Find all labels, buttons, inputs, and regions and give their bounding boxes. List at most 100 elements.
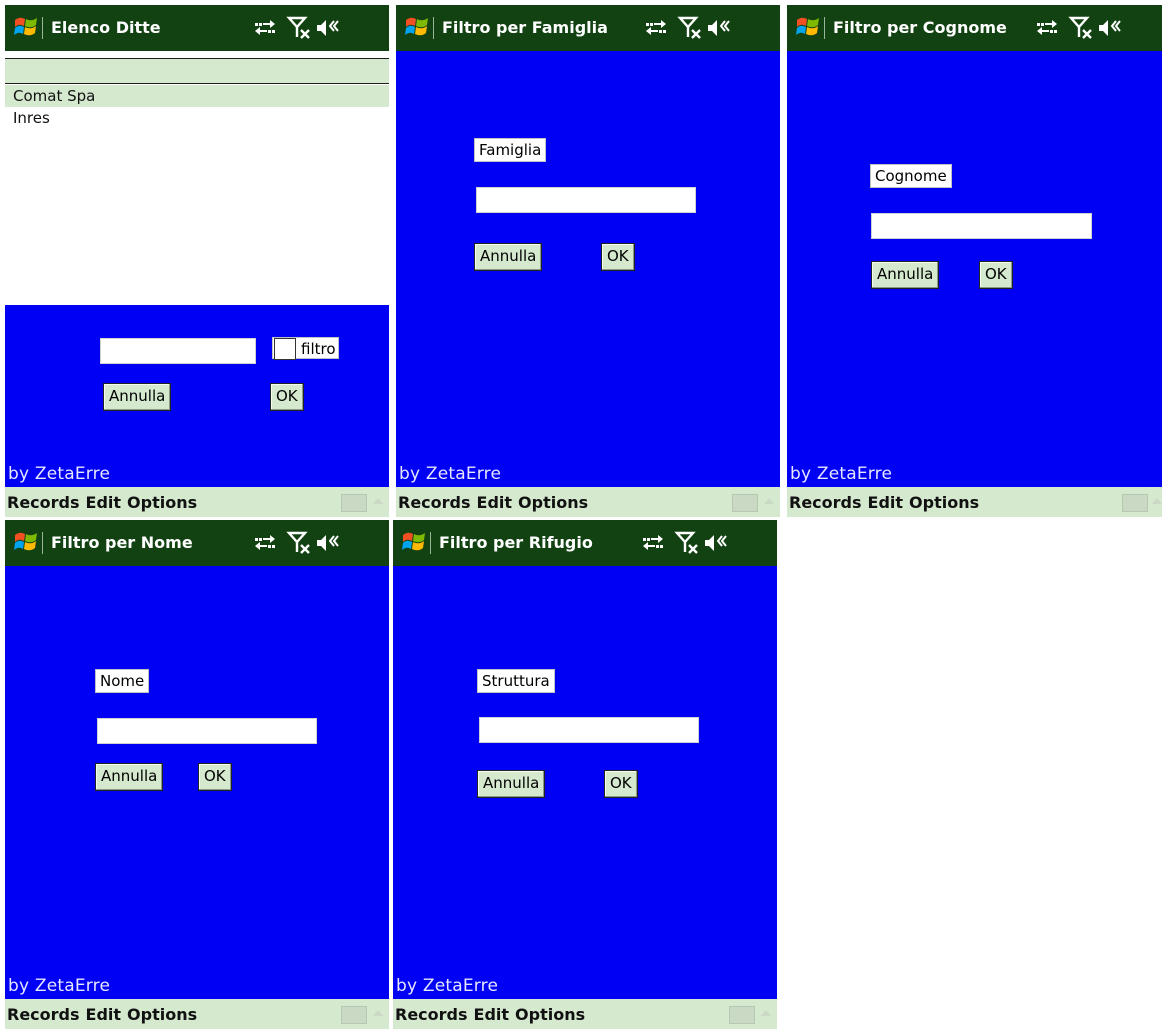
filter-input[interactable] (100, 338, 256, 364)
windows-start-icon[interactable] (404, 14, 430, 40)
menu-edit[interactable]: Edit (868, 493, 904, 512)
menu-edit[interactable]: Edit (477, 493, 513, 512)
famiglia-input[interactable] (476, 187, 696, 213)
filter-checkbox-label: filtro (301, 340, 336, 358)
form-panel: Nome Annulla OK by ZetaErre (5, 566, 389, 999)
screen-filtro-famiglia: Filtro per Famiglia Famiglia Annulla OK … (396, 5, 780, 521)
ok-button[interactable]: OK (270, 383, 304, 411)
form-panel: Famiglia Annulla OK by ZetaErre (396, 51, 780, 487)
no-signal-icon (674, 531, 698, 554)
menu-bar: Records Edit Options (5, 999, 389, 1029)
volume-icon (1099, 20, 1121, 36)
window-title: Filtro per Rifugio (439, 533, 593, 552)
chevron-up-icon[interactable] (373, 498, 383, 504)
cancel-button[interactable]: Annulla (103, 383, 172, 411)
cancel-button[interactable]: Annulla (95, 763, 164, 791)
keyboard-icon[interactable] (341, 494, 367, 512)
windows-start-icon[interactable] (13, 14, 39, 40)
cancel-button[interactable]: Annulla (477, 770, 546, 798)
titlebar: Filtro per Famiglia (396, 5, 780, 51)
volume-icon (705, 535, 727, 551)
connectivity-icon (255, 20, 275, 35)
volume-icon (708, 20, 730, 36)
list-header-bar (5, 58, 389, 84)
menu-bar: Records Edit Options (5, 487, 389, 517)
struttura-input[interactable] (479, 717, 699, 743)
no-signal-icon (1068, 16, 1092, 39)
no-signal-icon (286, 16, 310, 39)
keyboard-icon[interactable] (729, 1006, 755, 1024)
window-title: Filtro per Cognome (833, 18, 1007, 37)
keyboard-icon[interactable] (732, 494, 758, 512)
screen-filtro-cognome: Filtro per Cognome Cognome Annulla OK by… (787, 5, 1162, 521)
form-panel: Cognome Annulla OK by ZetaErre (787, 51, 1162, 487)
cancel-button[interactable]: Annulla (474, 243, 543, 271)
titlebar: Filtro per Nome (5, 520, 389, 566)
system-tray[interactable] (255, 530, 365, 556)
windows-start-icon[interactable] (401, 529, 427, 555)
menu-options[interactable]: Options (909, 493, 979, 512)
menu-bar: Records Edit Options (787, 487, 1162, 517)
window-title: Filtro per Nome (51, 533, 193, 552)
list-item[interactable]: Inres (5, 107, 389, 129)
system-tray[interactable] (643, 530, 753, 556)
connectivity-icon (1037, 20, 1057, 35)
system-tray[interactable] (1037, 15, 1147, 41)
menu-options[interactable]: Options (127, 1005, 197, 1024)
field-label: Struttura (477, 669, 555, 693)
connectivity-icon (255, 535, 275, 550)
nome-input[interactable] (97, 718, 317, 744)
system-tray[interactable] (255, 15, 365, 41)
no-signal-icon (677, 16, 701, 39)
cancel-button[interactable]: Annulla (871, 261, 940, 289)
no-signal-icon (286, 531, 310, 554)
window-title: Filtro per Famiglia (442, 18, 608, 37)
menu-records[interactable]: Records (7, 493, 80, 512)
screen-elenco-ditte: Elenco Ditte Comat Spa Inres filtro Annu… (5, 5, 389, 521)
menu-options[interactable]: Options (518, 493, 588, 512)
titlebar: Filtro per Cognome (787, 5, 1162, 51)
connectivity-icon (643, 535, 663, 550)
system-tray[interactable] (646, 15, 756, 41)
field-label: Nome (95, 669, 150, 693)
menu-records[interactable]: Records (789, 493, 862, 512)
list-item[interactable]: Comat Spa (5, 85, 389, 107)
form-panel: Struttura Annulla OK by ZetaErre (393, 566, 777, 999)
chevron-up-icon[interactable] (1152, 498, 1162, 504)
menu-edit[interactable]: Edit (86, 1005, 122, 1024)
menu-options[interactable]: Options (127, 493, 197, 512)
volume-icon (317, 20, 339, 36)
menu-records[interactable]: Records (7, 1005, 80, 1024)
windows-start-icon[interactable] (13, 529, 39, 555)
cognome-input[interactable] (871, 213, 1092, 239)
field-label: Cognome (870, 164, 952, 188)
menu-options[interactable]: Options (515, 1005, 585, 1024)
byline: by ZetaErre (790, 464, 893, 484)
menu-bar: Records Edit Options (393, 999, 777, 1029)
volume-icon (317, 535, 339, 551)
ok-button[interactable]: OK (601, 243, 635, 271)
ok-button[interactable]: OK (604, 770, 638, 798)
menu-records[interactable]: Records (398, 493, 471, 512)
keyboard-icon[interactable] (341, 1006, 367, 1024)
chevron-up-icon[interactable] (764, 498, 774, 504)
ok-button[interactable]: OK (979, 261, 1013, 289)
ok-button[interactable]: OK (198, 763, 232, 791)
menu-edit[interactable]: Edit (474, 1005, 510, 1024)
menu-edit[interactable]: Edit (86, 493, 122, 512)
chevron-up-icon[interactable] (761, 1010, 771, 1016)
titlebar: Elenco Ditte (5, 5, 389, 51)
menu-records[interactable]: Records (395, 1005, 468, 1024)
screen-filtro-nome: Filtro per Nome Nome Annulla OK by ZetaE… (5, 520, 389, 1030)
byline: by ZetaErre (396, 976, 499, 996)
windows-start-icon[interactable] (795, 14, 821, 40)
keyboard-icon[interactable] (1122, 494, 1148, 512)
filter-checkbox[interactable] (274, 338, 296, 360)
field-label: Famiglia (474, 138, 547, 162)
menu-bar: Records Edit Options (396, 487, 780, 517)
company-list[interactable]: Comat Spa Inres (5, 51, 389, 305)
connectivity-icon (646, 20, 666, 35)
byline: by ZetaErre (8, 464, 111, 484)
filter-checkbox-group[interactable]: filtro (272, 337, 339, 360)
chevron-up-icon[interactable] (373, 1010, 383, 1016)
